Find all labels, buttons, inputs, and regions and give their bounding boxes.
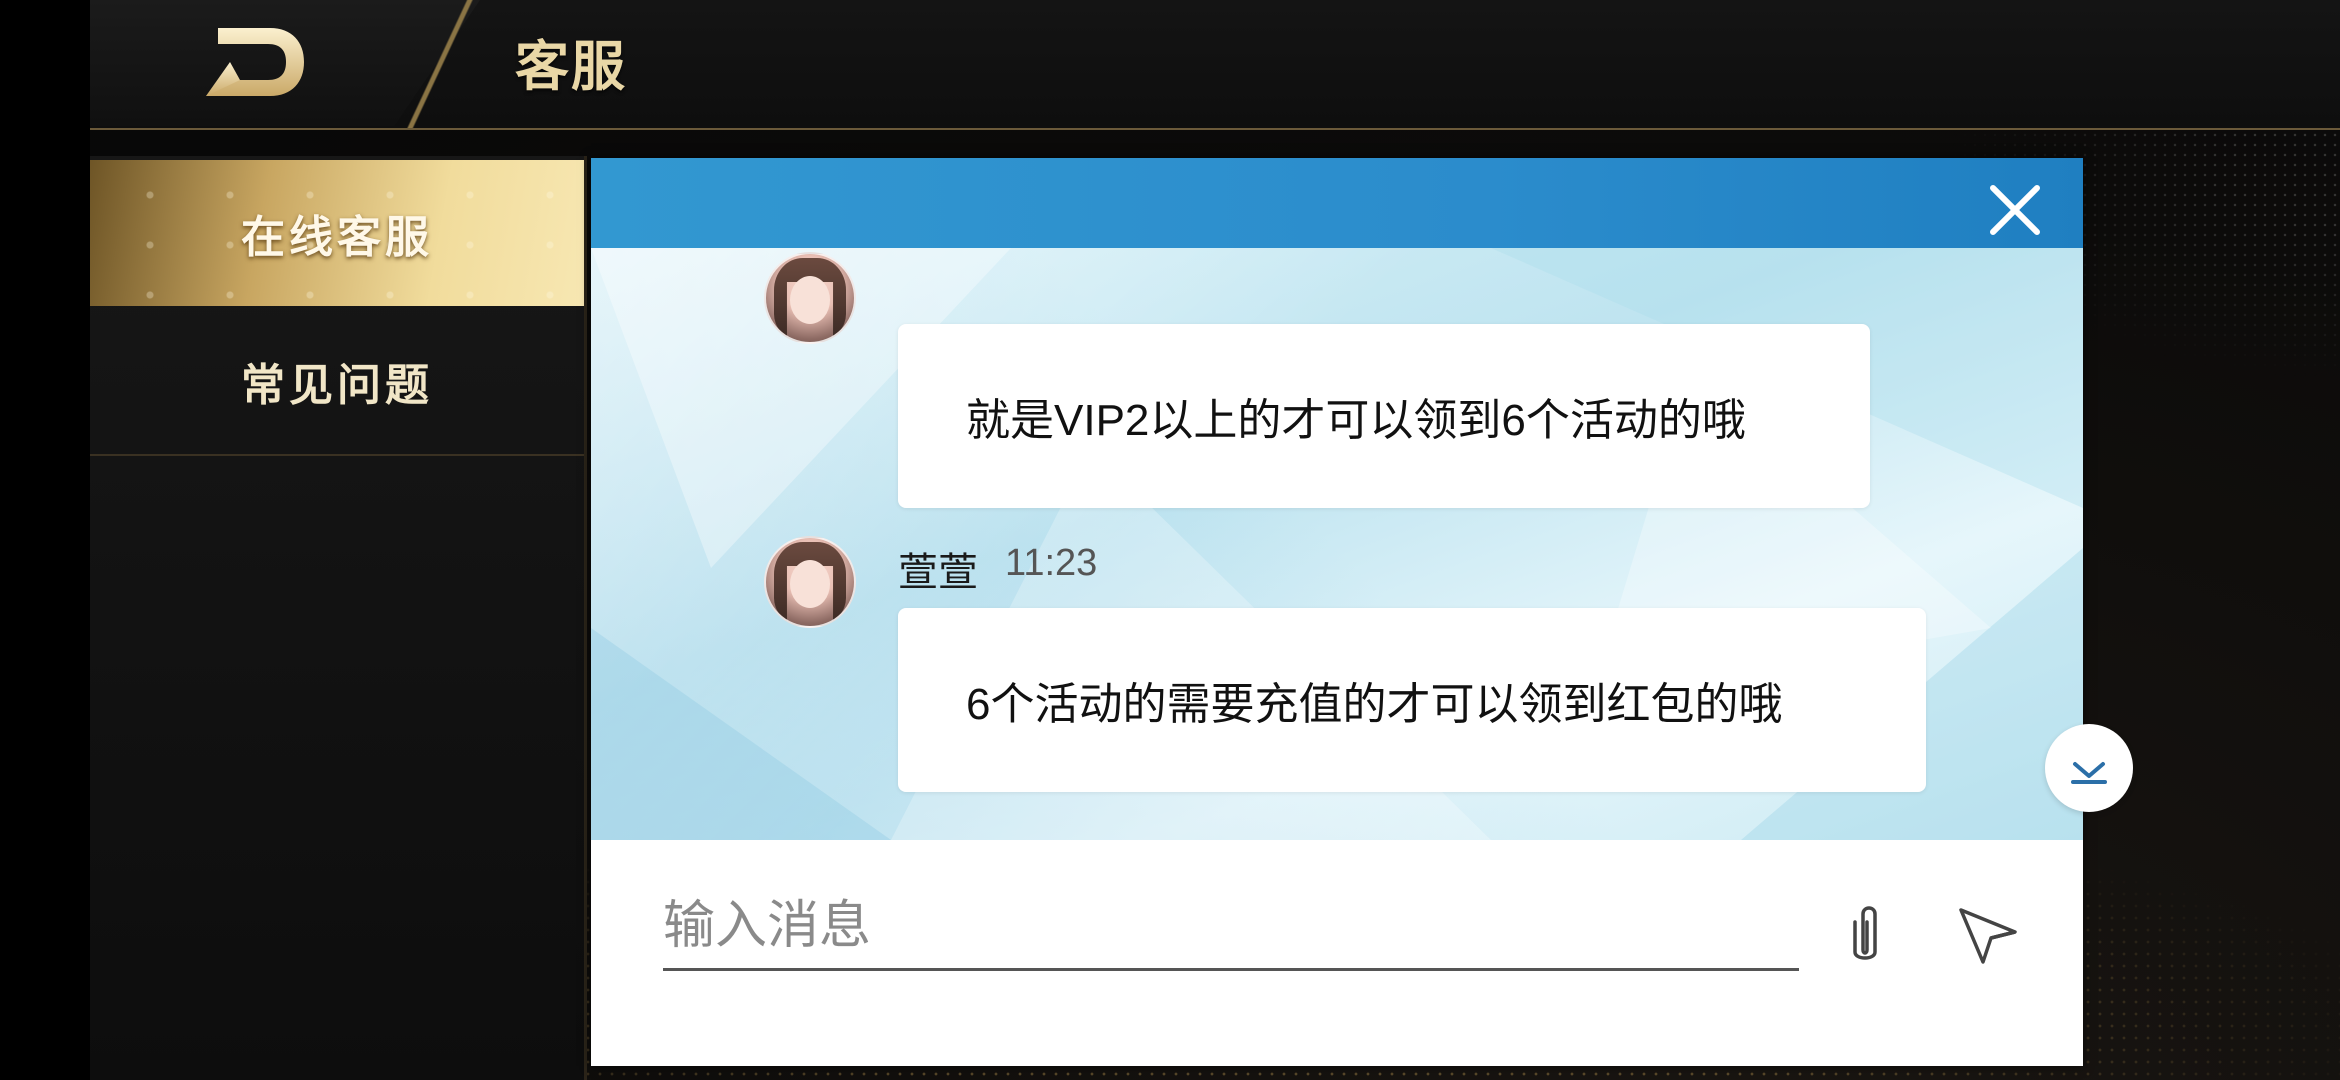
sidebar-item-faq[interactable]: 常见问题 xyxy=(90,308,584,456)
message-input[interactable] xyxy=(663,884,1799,971)
close-button[interactable] xyxy=(1989,184,2041,236)
avatar[interactable] xyxy=(764,252,856,344)
back-arrow-icon xyxy=(206,28,304,96)
message-bubble: 就是VIP2以上的才可以领到6个活动的哦 xyxy=(898,324,1870,508)
avatar-face xyxy=(790,276,830,324)
sidebar-item-label: 在线客服 xyxy=(241,212,433,263)
page-title: 客服 xyxy=(515,35,627,98)
dialog-header xyxy=(591,158,2083,248)
send-icon xyxy=(1959,908,2017,964)
sidebar: 在线客服 常见问题 xyxy=(90,156,587,1080)
sender-name: 萱萱 xyxy=(898,550,978,596)
message-text: 6个活动的需要充值的才可以领到红包的哦 xyxy=(966,680,1783,729)
send-button[interactable] xyxy=(1955,904,2021,968)
attach-button[interactable] xyxy=(1837,900,1893,972)
close-icon xyxy=(1990,185,2040,235)
sidebar-item-online-service[interactable]: 在线客服 xyxy=(90,160,584,306)
back-button[interactable] xyxy=(200,22,310,104)
avatar-face xyxy=(790,560,830,608)
message-bubble: 6个活动的需要充值的才可以领到红包的哦 xyxy=(898,608,1926,792)
header-divider xyxy=(380,0,500,128)
message-text: 就是VIP2以上的才可以领到6个活动的哦 xyxy=(966,396,1746,445)
avatar[interactable] xyxy=(764,536,856,628)
sidebar-item-label: 常见问题 xyxy=(241,360,433,411)
top-bar: 客服 xyxy=(90,0,2340,130)
composer xyxy=(591,844,2083,1066)
scroll-down-button[interactable] xyxy=(2045,724,2133,812)
chevron-down-icon xyxy=(2071,762,2107,784)
paperclip-icon xyxy=(1853,906,1877,960)
message-time: 11:23 xyxy=(1005,542,1098,584)
